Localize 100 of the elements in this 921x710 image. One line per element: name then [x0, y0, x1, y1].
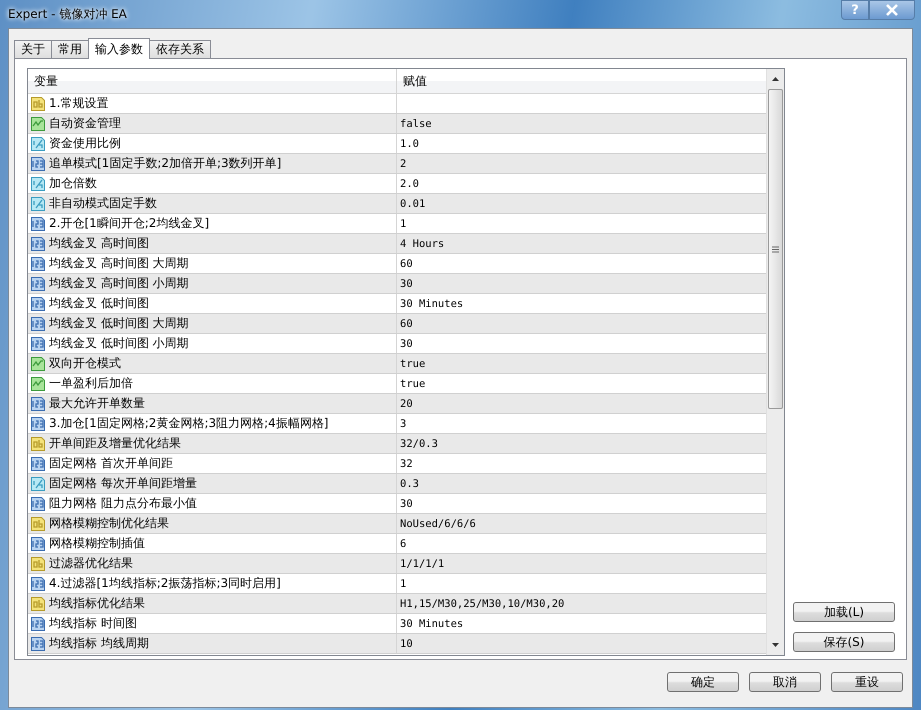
parameter-value[interactable]: 6	[400, 538, 406, 550]
parameter-name[interactable]: 均线金叉 高时间图 小周期	[49, 275, 189, 292]
parameter-name[interactable]: 3.加仓[1固定网格;2黄金网格;3阻力网格;4振幅网格]	[49, 415, 328, 432]
parameter-value[interactable]: 60	[400, 258, 413, 270]
parameter-name[interactable]: 追单模式[1固定手数;2加倍开单;3数列开单]	[49, 155, 282, 172]
close-button[interactable]	[869, 0, 915, 20]
dialog-button[interactable]: 取消	[749, 672, 821, 692]
parameter-name[interactable]: 均线金叉 低时间图 小周期	[49, 335, 189, 352]
parameter-name[interactable]: 固定网格 首次开单间距	[49, 455, 173, 472]
fraction-type-icon	[30, 476, 46, 492]
parameter-value[interactable]: 1	[400, 218, 406, 230]
integer-type-icon	[30, 456, 46, 472]
parameter-name[interactable]: 均线指标优化结果	[49, 595, 145, 612]
parameter-name[interactable]: 2.开仓[1瞬间开仓;2均线金叉]	[49, 215, 210, 232]
integer-type-icon	[30, 396, 46, 412]
tab[interactable]: 输入参数	[88, 38, 150, 59]
parameter-value[interactable]: 30	[400, 498, 413, 510]
parameter-name[interactable]: 阻力网格 阻力点分布最小值	[49, 495, 197, 512]
parameter-value[interactable]: 1	[400, 578, 406, 590]
parameter-value[interactable]: 2.0	[400, 178, 419, 190]
integer-type-icon	[30, 256, 46, 272]
string-type-icon	[30, 436, 46, 452]
boolean-type-icon	[30, 116, 46, 132]
boolean-type-icon	[30, 356, 46, 372]
grip-icon	[772, 246, 779, 252]
integer-type-icon	[30, 536, 46, 552]
parameter-value[interactable]: 4 Hours	[400, 238, 444, 250]
integer-type-icon	[30, 216, 46, 232]
parameter-value[interactable]: 3	[400, 418, 406, 430]
scroll-thumb[interactable]	[768, 89, 783, 409]
parameter-name[interactable]: 1.常规设置	[49, 95, 108, 112]
parameter-value[interactable]: 30	[400, 278, 413, 290]
fraction-type-icon	[30, 136, 46, 152]
parameter-name[interactable]: 网格模糊控制插值	[49, 535, 145, 552]
parameter-name[interactable]: 资金使用比例	[49, 135, 121, 152]
dialog-button[interactable]: 重设	[831, 672, 903, 692]
integer-type-icon	[30, 576, 46, 592]
dialog-button[interactable]: 确定	[667, 672, 739, 692]
side-button[interactable]: 保存(S)	[793, 632, 895, 652]
scrollbar[interactable]	[766, 69, 784, 655]
parameter-name[interactable]: 加仓倍数	[49, 175, 97, 192]
tab[interactable]: 依存关系	[149, 40, 211, 58]
parameter-value[interactable]: true	[400, 358, 426, 370]
parameter-value[interactable]: 0.01	[400, 198, 426, 210]
parameter-value[interactable]: 30	[400, 338, 413, 350]
fraction-type-icon	[30, 196, 46, 212]
parameter-value[interactable]: 2	[400, 158, 406, 170]
parameter-name[interactable]: 一单盈利后加倍	[49, 375, 133, 392]
parameter-name[interactable]: 均线金叉 低时间图	[49, 295, 149, 312]
parameter-value[interactable]: NoUsed/6/6/6	[400, 518, 476, 530]
parameter-name[interactable]: 固定网格 每次开单间距增量	[49, 475, 197, 492]
parameter-value[interactable]: 30 Minutes	[400, 298, 464, 310]
parameter-name[interactable]: 均线金叉 低时间图 大周期	[49, 315, 189, 332]
parameter-name[interactable]: 非自动模式固定手数	[49, 195, 157, 212]
parameter-name[interactable]: 最大允许开单数量	[49, 395, 145, 412]
parameter-name[interactable]: 均线金叉 高时间图	[49, 235, 149, 252]
integer-type-icon	[30, 636, 46, 652]
string-type-icon	[30, 516, 46, 532]
parameter-name[interactable]: 双向开仓模式	[49, 355, 121, 372]
tab[interactable]: 常用	[51, 40, 89, 58]
string-type-icon	[30, 596, 46, 612]
parameter-name[interactable]: 网格模糊控制优化结果	[49, 515, 169, 532]
parameter-name[interactable]: 均线指标 均线周期	[49, 635, 149, 652]
integer-type-icon	[30, 296, 46, 312]
scroll-down-icon[interactable]	[772, 643, 779, 647]
string-type-icon	[30, 556, 46, 572]
boolean-type-icon	[30, 376, 46, 392]
parameter-name[interactable]: 4.过滤器[1均线指标;2振荡指标;3同时启用]	[49, 575, 281, 592]
parameter-name[interactable]: 开单间距及增量优化结果	[49, 435, 181, 452]
parameter-name[interactable]: 均线金叉 高时间图 大周期	[49, 255, 189, 272]
string-type-icon	[30, 96, 46, 112]
scroll-up-icon[interactable]	[772, 77, 779, 81]
parameter-value[interactable]: 0.3	[400, 478, 419, 490]
column-header[interactable]: 赋值	[397, 69, 766, 93]
parameter-name[interactable]: 均线指标 时间图	[49, 615, 137, 632]
close-icon	[885, 4, 899, 16]
parameter-value[interactable]: H1,15/M30,25/M30,10/M30,20	[400, 598, 564, 610]
fraction-type-icon	[30, 176, 46, 192]
parameter-value[interactable]: 1.0	[400, 138, 419, 150]
parameter-value[interactable]: false	[400, 118, 432, 130]
integer-type-icon	[30, 276, 46, 292]
parameter-value[interactable]: 60	[400, 318, 413, 330]
parameter-value[interactable]: true	[400, 378, 426, 390]
integer-type-icon	[30, 316, 46, 332]
parameter-value[interactable]: 30 Minutes	[400, 618, 464, 630]
integer-type-icon	[30, 156, 46, 172]
column-header[interactable]: 变量	[28, 69, 397, 93]
integer-type-icon	[30, 336, 46, 352]
parameter-name[interactable]: 自动资金管理	[49, 115, 121, 132]
parameter-value[interactable]: 20	[400, 398, 413, 410]
integer-type-icon	[30, 416, 46, 432]
side-button[interactable]: 加载(L)	[793, 602, 895, 622]
integer-type-icon	[30, 496, 46, 512]
parameter-name[interactable]: 过滤器优化结果	[49, 555, 133, 572]
parameter-value[interactable]: 1/1/1/1	[400, 558, 444, 570]
parameter-value[interactable]: 10	[400, 638, 413, 650]
parameter-value[interactable]: 32/0.3	[400, 438, 438, 450]
integer-type-icon	[30, 616, 46, 632]
tab[interactable]: 关于	[14, 40, 52, 58]
parameter-value[interactable]: 32	[400, 458, 413, 470]
